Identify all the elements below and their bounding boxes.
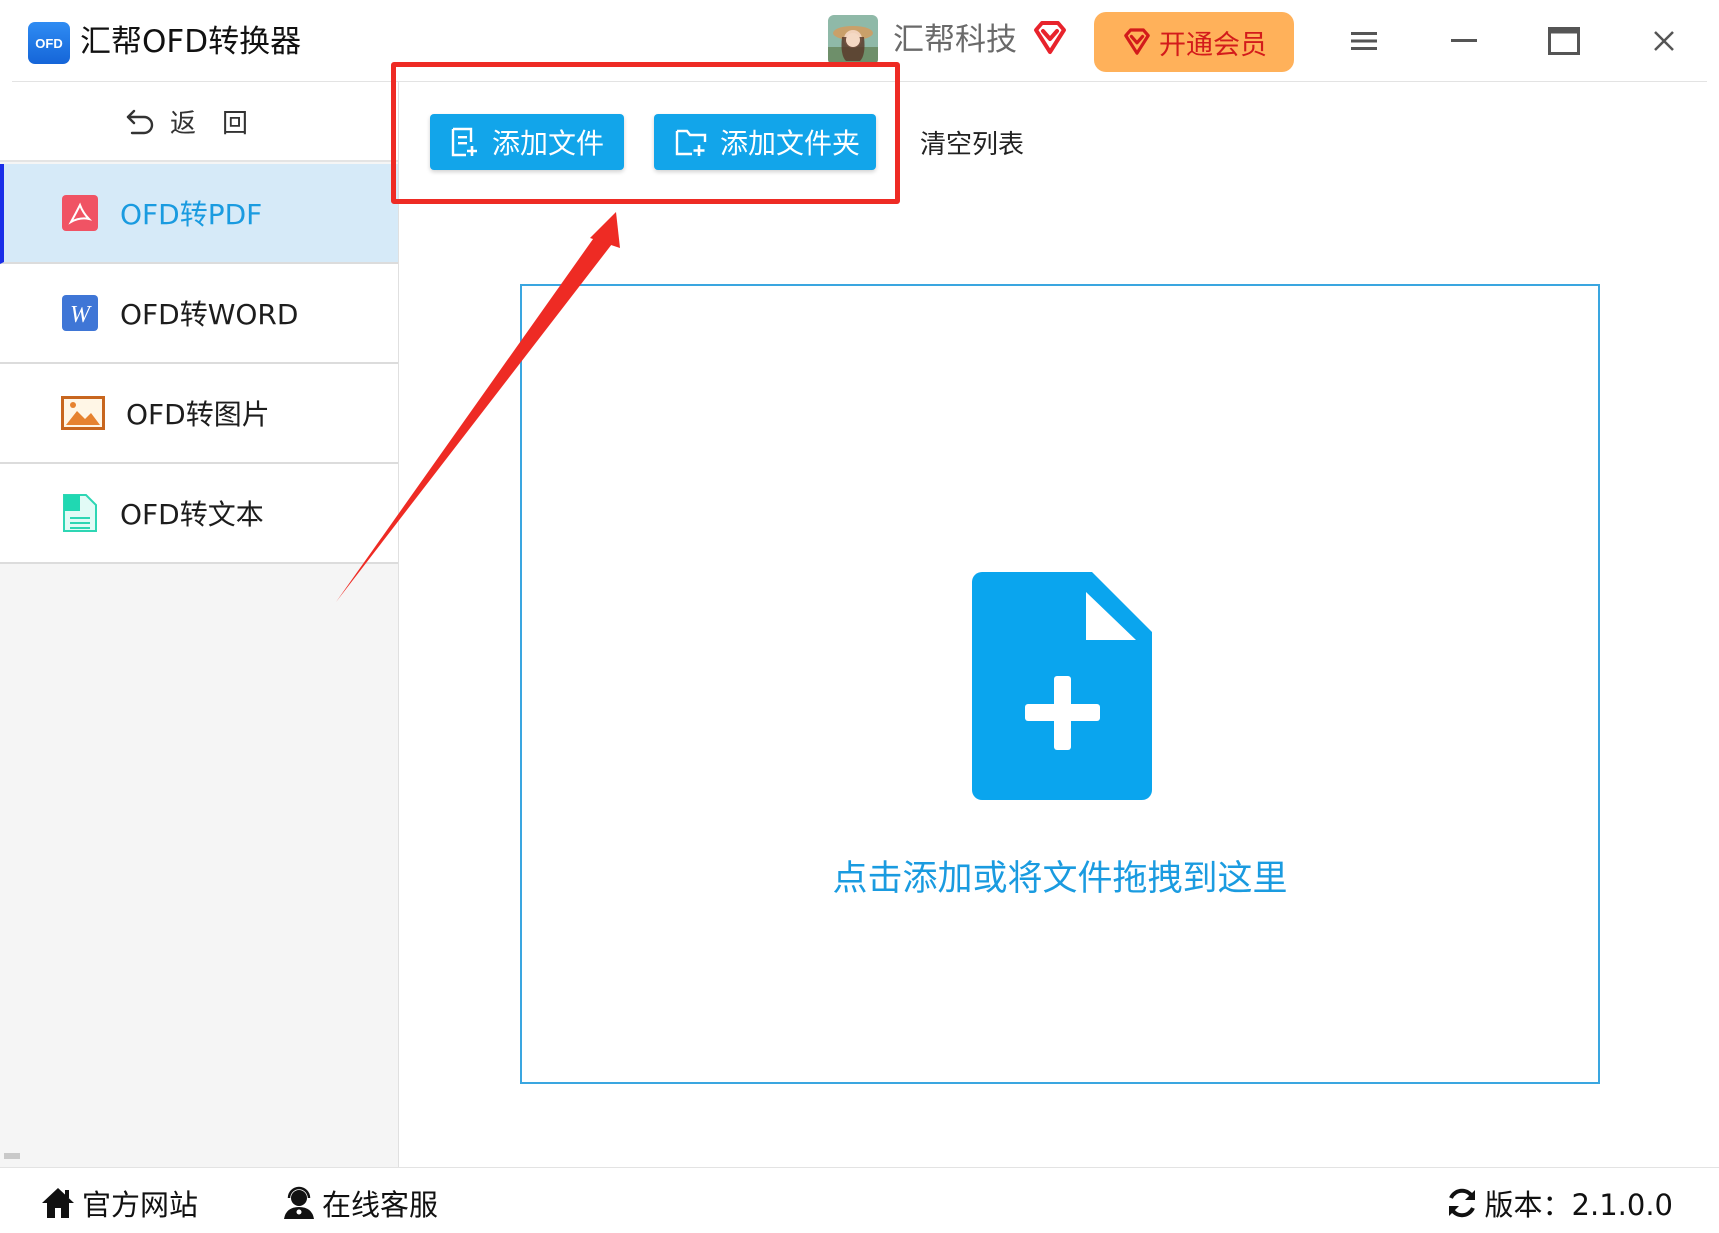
company-name[interactable]: 汇帮科技 <box>893 20 1017 60</box>
text-file-icon <box>60 493 100 533</box>
vip-diamond-icon[interactable] <box>1030 18 1070 58</box>
sidebar-item-ofd-to-text[interactable]: OFD转文本 <box>0 464 398 564</box>
version-info: 版本：2.1.0.0 <box>1445 1182 1673 1224</box>
sidebar-item-label: OFD转文本 <box>120 498 264 531</box>
sidebar-item-ofd-to-word[interactable]: W OFD转WORD <box>0 264 398 364</box>
vip-button-label: 开通会员 <box>1159 29 1267 61</box>
add-file-icon[interactable] <box>972 572 1152 800</box>
official-website-label: 官方网站 <box>82 1188 199 1222</box>
drop-hint-text: 点击添加或将文件拖拽到这里 <box>832 859 1288 899</box>
refresh-icon[interactable] <box>1445 1186 1479 1220</box>
sidebar-item-label: OFD转图片 <box>126 398 270 431</box>
app-title: 汇帮OFD转换器 <box>80 24 302 60</box>
vip-button[interactable]: 开通会员 <box>1094 12 1294 72</box>
back-label: 返回 <box>169 108 274 139</box>
sidebar-item-label: OFD转PDF <box>120 198 263 231</box>
online-support-link[interactable]: 在线客服 <box>282 1182 438 1224</box>
word-icon: W <box>60 293 100 333</box>
status-bar: 官方网站 在线客服 版本：2.1.0.0 <box>0 1167 1719 1233</box>
image-icon <box>60 393 106 433</box>
pdf-icon <box>60 193 100 233</box>
version-label: 版本：2.1.0.0 <box>1484 1188 1673 1222</box>
back-button[interactable]: 返回 <box>0 82 398 162</box>
minimize-icon[interactable] <box>1439 18 1489 64</box>
sidebar-item-ofd-to-pdf[interactable]: OFD转PDF <box>0 164 398 264</box>
maximize-icon[interactable] <box>1539 18 1589 64</box>
sidebar: 返回 OFD转PDF W OFD转WORD OFD转图片 OFD转文本 <box>0 82 399 1167</box>
resize-grip[interactable] <box>4 1153 20 1159</box>
back-arrow-icon <box>126 109 154 135</box>
home-icon <box>42 1188 74 1218</box>
official-website-link[interactable]: 官方网站 <box>40 1182 198 1224</box>
support-agent-icon <box>284 1186 314 1219</box>
menu-icon[interactable] <box>1339 18 1389 64</box>
avatar[interactable] <box>828 15 878 65</box>
vip-button-diamond-icon <box>1124 28 1150 55</box>
file-drop-zone[interactable]: 点击添加或将文件拖拽到这里 <box>520 284 1600 1084</box>
highlight-box <box>391 62 900 204</box>
app-logo-icon: OFD <box>28 22 70 64</box>
svg-text:W: W <box>70 302 92 328</box>
close-icon[interactable] <box>1639 18 1689 64</box>
sidebar-item-ofd-to-image[interactable]: OFD转图片 <box>0 364 398 464</box>
sidebar-item-label: OFD转WORD <box>120 298 299 331</box>
app-logo-text: OFD <box>35 35 63 51</box>
clear-list-button[interactable]: 清空列表 <box>920 124 1024 161</box>
online-support-label: 在线客服 <box>322 1188 439 1222</box>
